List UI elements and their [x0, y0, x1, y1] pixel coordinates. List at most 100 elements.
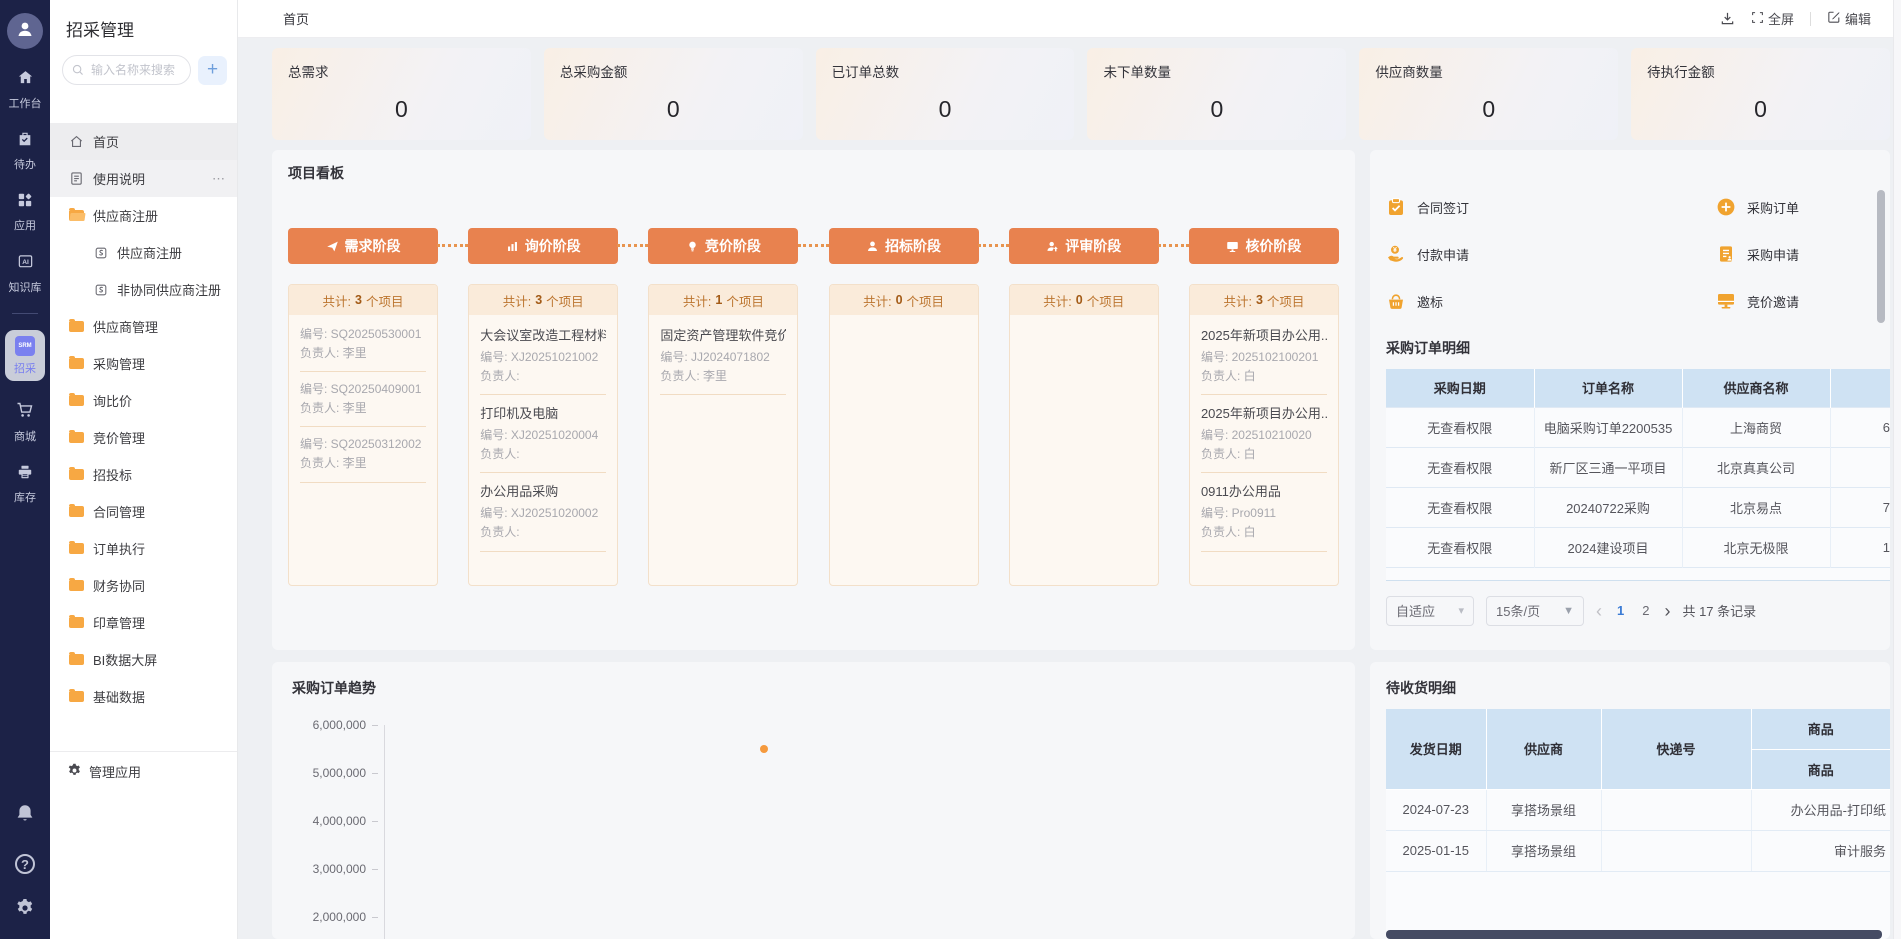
- item-code: 202510210020: [1232, 428, 1312, 442]
- order-row[interactable]: 无查看权限 2024建设项目 北京无极限 1: [1386, 527, 1890, 567]
- more-icon[interactable]: ⋯: [212, 171, 225, 187]
- help-icon[interactable]: ?: [15, 854, 35, 874]
- sidebar-folder-item[interactable]: 财务协同: [50, 567, 237, 604]
- sidebar-folder-item[interactable]: 供应商管理: [50, 308, 237, 345]
- quick-link-invite-bid[interactable]: 邀标: [1386, 291, 1716, 311]
- clipped-row: [1386, 567, 1890, 580]
- order-row[interactable]: 无查看权限 新厂区三通一平项目 北京真真公司: [1386, 447, 1890, 487]
- kanban-item[interactable]: 编号: SQ20250409001 负责人: 李里: [300, 372, 426, 427]
- edit-pencil-icon: [1827, 10, 1841, 27]
- kanban-item[interactable]: 编号: SQ20250530001 负责人: 李里: [300, 317, 426, 372]
- stage-card: 共计:1个项目 固定资产管理软件竞价... 编号: JJ2024071802 负…: [648, 284, 798, 586]
- rail-item-mall[interactable]: 商城: [14, 401, 36, 444]
- kanban-item[interactable]: 打印机及电脑 编号: XJ20251020004 负责人:: [480, 395, 606, 473]
- add-button[interactable]: +: [198, 56, 227, 85]
- vertical-scrollbar-thumb[interactable]: [1877, 190, 1885, 323]
- supplier-name: 北京真真公司: [1682, 447, 1830, 487]
- kanban-item[interactable]: 2025年新项目办公用... 编号: 2025102100201 负责人: 白: [1201, 317, 1327, 395]
- receiving-row[interactable]: 2024-07-23 享搭场景组 办公用品-打印纸: [1386, 789, 1890, 830]
- breadcrumb[interactable]: 首页: [283, 9, 309, 28]
- rail-item-zhaocai-active[interactable]: SRM 招采: [5, 330, 45, 381]
- quick-links: 合同签订 采购订单 ¥ 付款申请 采购申请: [1386, 162, 1890, 311]
- item-code: Pro0911: [1232, 506, 1276, 520]
- download-button[interactable]: [1720, 11, 1735, 26]
- product: 办公用品-打印纸: [1751, 789, 1890, 830]
- folder-icon: [69, 506, 84, 517]
- fit-mode-select[interactable]: 自适应 ▾: [1386, 596, 1474, 626]
- tick-mark: [372, 869, 378, 870]
- stage-header[interactable]: 评审阶段: [1009, 228, 1159, 264]
- receiving-row[interactable]: 2025-01-15 享搭场景组 审计服务: [1386, 830, 1890, 871]
- folder-icon: [69, 617, 84, 628]
- item-code: JJ2024071802: [691, 350, 770, 364]
- product: 审计服务: [1751, 830, 1890, 871]
- fullscreen-button[interactable]: 全屏: [1751, 9, 1794, 28]
- sidebar-folder-item[interactable]: 招投标: [50, 456, 237, 493]
- quick-link-purchase-order[interactable]: 采购订单: [1716, 197, 1890, 217]
- quick-link-payment-request[interactable]: ¥ 付款申请: [1386, 244, 1716, 264]
- stage-header[interactable]: 招标阶段: [829, 228, 979, 264]
- stage-row: 需求阶段 共计:3个项目 编号: SQ20250530001 负责人:: [288, 228, 1339, 586]
- kanban-item[interactable]: 2025年新项目办公用... 编号: 202510210020 负责人: 白: [1201, 395, 1327, 473]
- sidebar-folder-item[interactable]: 竞价管理: [50, 419, 237, 456]
- y-axis-tick: 6,000,000: [292, 725, 1335, 773]
- user-icon: [15, 19, 35, 44]
- sidebar-folder-item[interactable]: 印章管理: [50, 604, 237, 641]
- rail-item-todo[interactable]: 待办: [14, 131, 36, 172]
- rail-item-workbench[interactable]: 工作台: [9, 69, 42, 111]
- next-page-button[interactable]: ›: [1664, 602, 1670, 620]
- item-owner: 李里: [343, 401, 367, 415]
- stage-header[interactable]: 竞价阶段: [648, 228, 798, 264]
- sidebar-item-guide[interactable]: 使用说明 ⋯: [50, 160, 237, 197]
- sidebar-subitem[interactable]: 非协同供应商注册: [50, 271, 237, 308]
- order-row[interactable]: 无查看权限 20240722采购 北京易点 7: [1386, 487, 1890, 527]
- horizontal-scrollbar-thumb[interactable]: [1386, 930, 1882, 939]
- page-scrollbar-track[interactable]: [1893, 0, 1901, 939]
- kanban-item[interactable]: 0911办公用品 编号: Pro0911 负责人: 白: [1201, 473, 1327, 551]
- quick-link-contract-sign[interactable]: 合同签订: [1386, 197, 1716, 217]
- order-name: 2024建设项目: [1534, 527, 1682, 567]
- order-row[interactable]: 无查看权限 电脑采购订单2200535 上海商贸 6: [1386, 407, 1890, 447]
- sidebar-folder-item[interactable]: 合同管理: [50, 493, 237, 530]
- stage-header[interactable]: 需求阶段: [288, 228, 438, 264]
- rail-item-inventory[interactable]: 库存: [14, 464, 36, 505]
- sidebar-folder-item[interactable]: 订单执行: [50, 530, 237, 567]
- stage-header[interactable]: 询价阶段: [468, 228, 618, 264]
- toolbar-divider: [1810, 12, 1811, 26]
- page-number-1[interactable]: 1: [1614, 603, 1627, 618]
- plane-icon: [326, 240, 339, 253]
- quick-link-purchase-request[interactable]: 采购申请: [1716, 244, 1890, 264]
- avatar[interactable]: [7, 13, 43, 49]
- bid-invite-monitor-icon: [1716, 291, 1736, 311]
- trend-chart: 6,000,000 5,000,000 4,000,000 3,000,000: [292, 725, 1335, 939]
- sidebar-footer-manage-apps[interactable]: 管理应用: [50, 751, 237, 791]
- prev-page-button[interactable]: ‹: [1596, 602, 1602, 620]
- bell-icon[interactable]: [14, 803, 36, 830]
- folder-icon: [69, 432, 84, 443]
- sidebar: 招采管理 + 首页 使用说明 ⋯ 供应商注册: [50, 0, 238, 939]
- sidebar-folder-item[interactable]: BI数据大屏: [50, 641, 237, 678]
- s-doc-icon: [94, 246, 108, 260]
- sidebar-folder-item[interactable]: 采购管理: [50, 345, 237, 382]
- project-board-panel: 项目看板 需求阶段 共计:3个项目: [272, 150, 1355, 650]
- search-icon: [71, 63, 85, 82]
- edit-button[interactable]: 编辑: [1827, 9, 1871, 28]
- sidebar-folder-item[interactable]: 询比价: [50, 382, 237, 419]
- kanban-item[interactable]: 编号: SQ20250312002 负责人: 李里: [300, 427, 426, 482]
- sidebar-subitem[interactable]: 供应商注册: [50, 234, 237, 271]
- gear-icon[interactable]: [15, 898, 35, 923]
- page-number-2[interactable]: 2: [1639, 603, 1652, 618]
- contract-check-icon: [1386, 197, 1406, 217]
- quick-link-bid-invitation[interactable]: 竞价邀请: [1716, 291, 1890, 311]
- rail-item-knowledge[interactable]: AI 知识库: [9, 253, 42, 295]
- kanban-item[interactable]: 固定资产管理软件竞价... 编号: JJ2024071802 负责人: 李里: [660, 317, 786, 395]
- kanban-item[interactable]: 大会议室改造工程材料... 编号: XJ20251021002 负责人:: [480, 317, 606, 395]
- page-size-select[interactable]: 15条/页 ▼: [1486, 596, 1584, 626]
- sidebar-item-home[interactable]: 首页: [50, 123, 237, 160]
- sidebar-folder-supplier-reg[interactable]: 供应商注册: [50, 197, 237, 234]
- rail-item-apps[interactable]: 应用: [14, 192, 36, 233]
- stage-header[interactable]: 核价阶段: [1189, 228, 1339, 264]
- sidebar-folder-item[interactable]: 基础数据: [50, 678, 237, 715]
- kanban-item[interactable]: 办公用品采购 编号: XJ20251020002 负责人:: [480, 473, 606, 551]
- tracking-number: [1601, 789, 1751, 830]
